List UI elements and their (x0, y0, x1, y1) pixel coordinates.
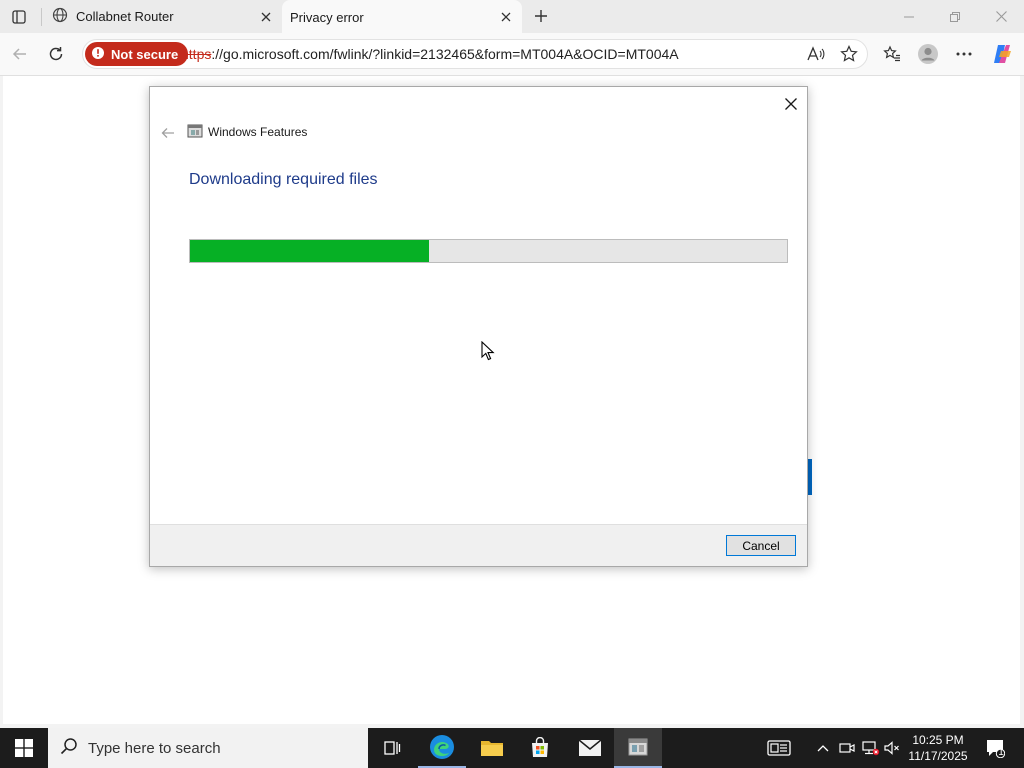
taskbar: Type here to search 10:25 PM 11/17/2025 … (0, 728, 1024, 768)
read-aloud-icon[interactable] (805, 44, 827, 64)
page-accent-strip (808, 459, 812, 495)
close-icon[interactable] (778, 91, 804, 117)
dialog-heading: Downloading required files (189, 171, 378, 188)
back-arrow-icon[interactable] (158, 123, 178, 143)
url-text[interactable]: https://go.microsoft.com/fwlink/?linkid=… (181, 40, 679, 68)
start-button[interactable] (0, 728, 48, 768)
favorite-star-icon[interactable] (838, 44, 860, 64)
tab-collabnet-router[interactable]: Collabnet Router (44, 0, 282, 33)
clock-time: 10:25 PM (912, 733, 964, 747)
tab-title: Collabnet Router (76, 9, 174, 24)
mail-icon[interactable] (566, 728, 614, 768)
url-rest: ://go.microsoft.com/fwlink/?linkid=21324… (211, 46, 679, 62)
mouse-cursor-icon (481, 340, 495, 366)
network-disconnected-icon[interactable] (860, 728, 882, 768)
windows-features-taskbar-icon[interactable] (614, 728, 662, 768)
close-tab-icon[interactable] (256, 7, 276, 27)
news-widget-icon[interactable] (760, 728, 798, 768)
back-icon[interactable] (4, 33, 36, 75)
browser-toolbar: Not secure https://go.microsoft.com/fwli… (0, 33, 1024, 76)
tab-strip: Collabnet Router Privacy error (0, 0, 1024, 34)
notification-center-icon[interactable]: 1 (978, 728, 1012, 768)
cancel-button[interactable]: Cancel (726, 535, 796, 556)
tab-divider (41, 8, 42, 26)
warning-shield-icon (91, 46, 105, 63)
clock-date: 11/17/2025 (908, 749, 968, 763)
search-placeholder: Type here to search (88, 739, 221, 757)
close-window-icon[interactable] (978, 0, 1024, 33)
url-scheme: https (181, 46, 212, 62)
meet-now-icon[interactable] (836, 728, 858, 768)
refresh-icon[interactable] (40, 33, 72, 75)
address-bar[interactable]: Not secure https://go.microsoft.com/fwli… (82, 39, 868, 69)
notification-count: 1 (998, 747, 1004, 758)
not-secure-label: Not secure (111, 46, 179, 62)
search-icon (60, 737, 78, 760)
restore-icon[interactable] (932, 0, 978, 33)
tab-title: Privacy error (290, 9, 364, 25)
copilot-icon[interactable] (986, 33, 1018, 75)
file-explorer-icon[interactable] (468, 728, 516, 768)
progress-fill (190, 240, 429, 262)
download-progress-bar (189, 239, 788, 263)
edge-taskbar-icon[interactable] (418, 728, 466, 768)
windows-features-app-icon (187, 123, 203, 139)
taskbar-search-box[interactable]: Type here to search (48, 728, 368, 768)
new-tab-icon[interactable] (530, 5, 552, 27)
system-clock[interactable]: 10:25 PM 11/17/2025 (898, 728, 978, 768)
windows-features-dialog: Windows Features Downloading required fi… (149, 86, 808, 567)
dialog-title: Windows Features (208, 125, 308, 139)
close-tab-icon[interactable] (496, 7, 516, 27)
microsoft-store-icon[interactable] (516, 728, 564, 768)
task-view-icon[interactable] (368, 728, 416, 768)
globe-icon (52, 7, 68, 26)
favorites-icon[interactable] (876, 33, 908, 75)
more-options-icon[interactable] (948, 33, 980, 75)
dialog-footer: Cancel (150, 524, 807, 566)
profile-avatar-icon[interactable] (912, 33, 944, 75)
tab-privacy-error[interactable]: Privacy error (282, 0, 522, 34)
windows-logo-icon (15, 739, 33, 757)
minimize-icon[interactable] (886, 0, 932, 33)
tab-actions-icon[interactable] (8, 6, 30, 28)
not-secure-badge[interactable]: Not secure (85, 42, 189, 66)
show-hidden-icons-chevron-icon[interactable] (812, 728, 834, 768)
